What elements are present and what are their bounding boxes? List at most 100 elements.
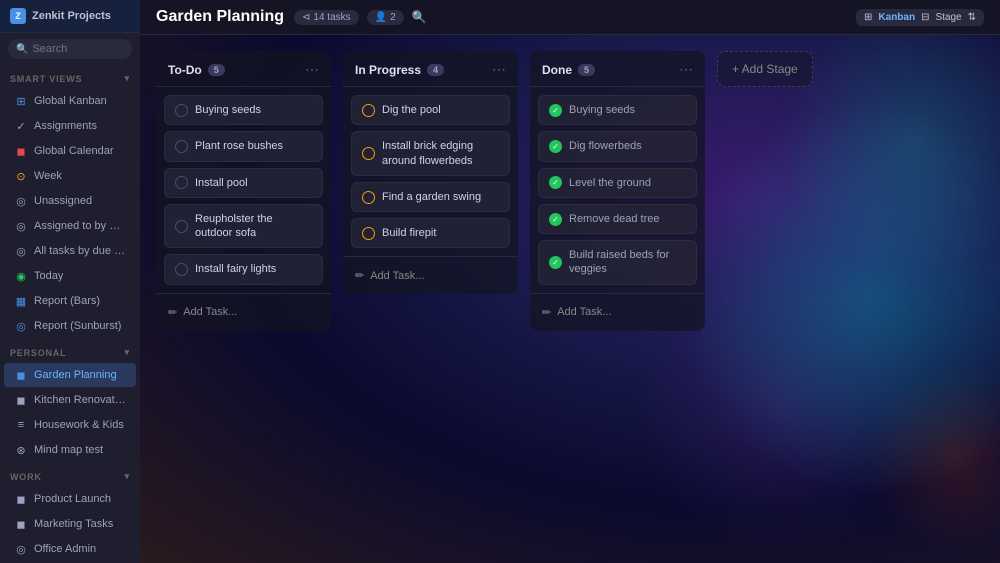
column-menu-done[interactable]: ⋯ [679,61,693,78]
work-chevron[interactable]: ▾ [125,471,130,482]
task-checkbox[interactable]: ✓ [549,256,562,269]
task-checkbox[interactable] [175,263,188,276]
add-task-button-in-progress[interactable]: ✏ Add Task... [351,265,510,286]
column-menu-in-progress[interactable]: ⋯ [492,61,506,78]
task-card[interactable]: ✓ Level the ground [538,168,697,198]
add-task-icon: ✏ [355,269,364,282]
task-card[interactable]: ✓ Dig flowerbeds [538,131,697,161]
sidebar-item-mind-map[interactable]: ⊛ Mind map test [4,438,136,462]
filter-badge[interactable]: ⊲ 14 tasks [294,10,359,25]
users-icon: 👤 [375,12,387,23]
task-card[interactable]: Find a garden swing [351,182,510,212]
kanban-view-label[interactable]: Kanban [878,12,915,23]
sidebar-item-kitchen-renovation[interactable]: ◼ Kitchen Renovation [4,388,136,412]
task-checkbox[interactable]: ✓ [549,104,562,117]
sidebar-item-assignments[interactable]: ✓ Assignments [4,114,136,138]
task-card[interactable]: Dig the pool [351,95,510,125]
sidebar-label-office-admin: Office Admin [34,543,96,555]
sidebar-icon-global-kanban: ⊞ [14,94,28,108]
task-checkbox[interactable] [362,147,375,160]
add-task-button-done[interactable]: ✏ Add Task... [538,302,697,323]
smart-views-list: ⊞ Global Kanban ✓ Assignments ◼ Global C… [0,88,140,339]
column-count-todo: 5 [208,64,225,76]
sidebar-item-report-sunburst[interactable]: ◎ Report (Sunburst) [4,314,136,338]
sidebar-icon-today: ◉ [14,269,28,283]
task-checkbox[interactable] [175,176,188,189]
add-task-button-todo[interactable]: ✏ Add Task... [164,302,323,323]
add-task-icon: ✏ [168,306,177,319]
view-switcher[interactable]: ⊞ Kanban ⊟ Stage ⇅ [856,9,984,26]
task-checkbox[interactable] [362,104,375,117]
sidebar-item-garden-planning[interactable]: ◼ Garden Planning [4,363,136,387]
task-checkbox[interactable] [175,220,188,233]
topbar-right: ⊞ Kanban ⊟ Stage ⇅ [856,9,984,26]
task-card[interactable]: ✓ Remove dead tree [538,204,697,234]
users-badge[interactable]: 👤 2 [367,10,404,25]
personal-list: ◼ Garden Planning ◼ Kitchen Renovation ≡… [0,362,140,463]
sidebar-label-marketing-tasks: Marketing Tasks [34,518,113,530]
sidebar-item-all-tasks[interactable]: ◎ All tasks by due date w/o completed [4,239,136,263]
personal-chevron[interactable]: ▾ [125,347,130,358]
column-done: Done 5 ⋯ ✓ Buying seeds ✓ Dig flowerbeds… [530,51,705,331]
task-text: Dig flowerbeds [569,139,642,153]
sidebar-item-report-bars[interactable]: ▦ Report (Bars) [4,289,136,313]
work-list: ◼ Product Launch ◼ Marketing Tasks ◎ Off… [0,486,140,563]
sidebar-item-office-admin[interactable]: ◎ Office Admin [4,537,136,561]
sidebar-icon-marketing-tasks: ◼ [14,517,28,531]
task-checkbox[interactable]: ✓ [549,213,562,226]
search-bar[interactable]: 🔍 [8,39,132,59]
task-checkbox[interactable] [362,227,375,240]
column-menu-todo[interactable]: ⋯ [305,61,319,78]
sidebar-label-report-bars: Report (Bars) [34,295,100,307]
task-text: Install fairy lights [195,262,276,276]
sidebar-item-marketing-tasks[interactable]: ◼ Marketing Tasks [4,512,136,536]
sidebar-item-global-calendar[interactable]: ◼ Global Calendar [4,139,136,163]
column-title-done: Done 5 [542,63,595,77]
task-card[interactable]: Install fairy lights [164,254,323,284]
work-section: WORK ▾ [0,463,140,486]
task-checkbox[interactable]: ✓ [549,140,562,153]
task-card[interactable]: Buying seeds [164,95,323,125]
search-input[interactable] [32,43,124,55]
sidebar-label-global-kanban: Global Kanban [34,95,107,107]
main-content: Garden Planning ⊲ 14 tasks 👤 2 🔍 ⊞ Kanba… [140,0,1000,563]
sidebar-icon-garden-planning: ◼ [14,368,28,382]
sort-icon[interactable]: ⇅ [968,12,976,23]
add-task-label: Add Task... [183,306,237,318]
sidebar-item-week[interactable]: ⊙ Week [4,164,136,188]
smart-views-chevron[interactable]: ▾ [125,73,130,84]
task-card[interactable]: Reupholster the outdoor sofa [164,204,323,249]
sidebar-label-week: Week [34,170,62,182]
column-title-text-in-progress: In Progress [355,63,421,77]
task-text: Install brick edging around flowerbeds [382,139,499,168]
task-checkbox[interactable] [362,191,375,204]
task-card[interactable]: ✓ Buying seeds [538,95,697,125]
sidebar-icon-kitchen-renovation: ◼ [14,393,28,407]
sidebar-label-mind-map: Mind map test [34,444,103,456]
sidebar-icon-assignments: ✓ [14,119,28,133]
search-topbar-icon[interactable]: 🔍 [412,10,427,24]
stage-view-label[interactable]: Stage [935,12,961,23]
task-checkbox[interactable] [175,104,188,117]
sidebar-item-global-kanban[interactable]: ⊞ Global Kanban [4,89,136,113]
sidebar-item-today[interactable]: ◉ Today [4,264,136,288]
sidebar-item-unassigned[interactable]: ◎ Unassigned [4,189,136,213]
task-card[interactable]: Install brick edging around flowerbeds [351,131,510,176]
stage-view-icon: ⊟ [921,12,929,23]
column-title-text-todo: To-Do [168,63,202,77]
sidebar-item-housework-kids[interactable]: ≡ Housework & Kids [4,413,136,437]
task-card[interactable]: Plant rose bushes [164,131,323,161]
topbar-left: Garden Planning ⊲ 14 tasks 👤 2 🔍 [156,8,427,26]
task-checkbox[interactable]: ✓ [549,176,562,189]
add-stage-button[interactable]: + Add Stage [717,51,813,87]
sidebar-label-assignments: Assignments [34,120,97,132]
sidebar-item-assigned-by-due[interactable]: ◎ Assigned to by Due Date [4,214,136,238]
task-card[interactable]: Build firepit [351,218,510,248]
task-card[interactable]: Install pool [164,168,323,198]
task-checkbox[interactable] [175,140,188,153]
task-text: Build raised beds for veggies [569,248,686,277]
search-icon: 🔍 [16,44,28,55]
sidebar-item-product-launch[interactable]: ◼ Product Launch [4,487,136,511]
sidebar-label-report-sunburst: Report (Sunburst) [34,320,121,332]
task-card[interactable]: ✓ Build raised beds for veggies [538,240,697,285]
